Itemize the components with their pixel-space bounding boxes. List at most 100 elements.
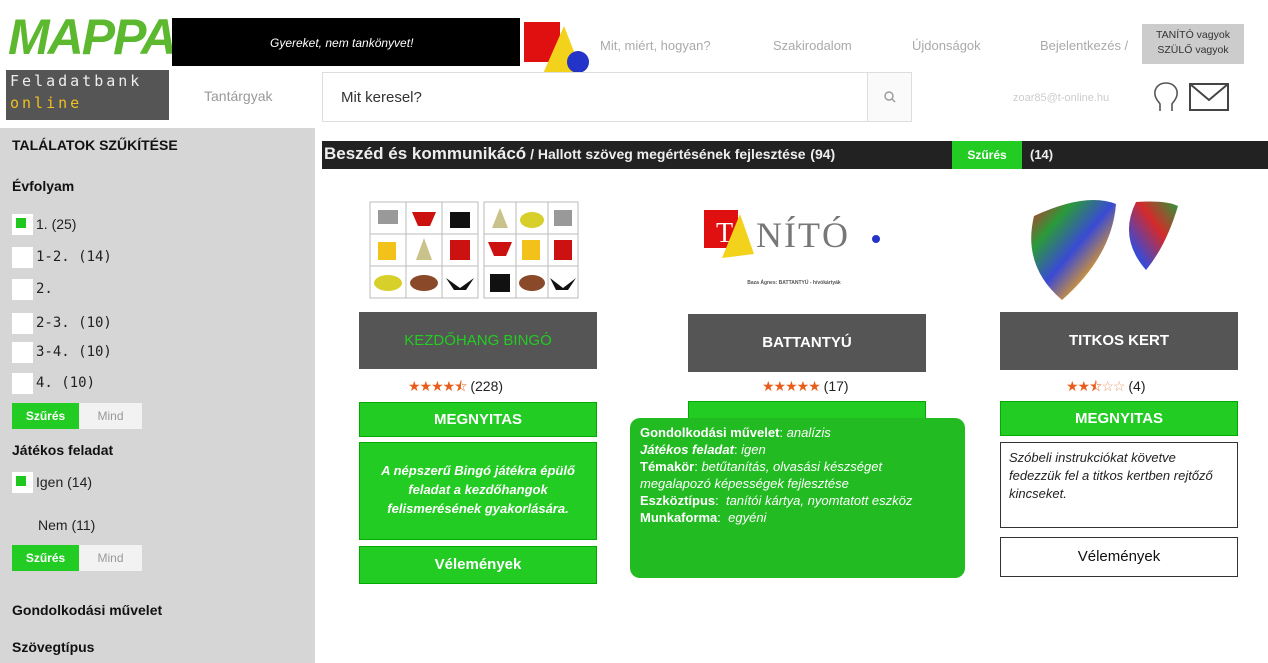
- breadcrumb-text: Beszéd és kommunikácó / Hallott szöveg m…: [324, 144, 835, 164]
- grade-checkbox[interactable]: [12, 341, 33, 363]
- role-teacher[interactable]: TANÍTÓ vagyok: [1142, 28, 1244, 43]
- tooltip-line-tooltype: Eszköztípus: tanítói kártya, nyomtatott …: [640, 493, 913, 508]
- open-button-bingo[interactable]: MEGNYITAS: [359, 402, 597, 437]
- texttype-heading[interactable]: Szövegtípus: [12, 639, 94, 655]
- breadcrumb-filter-button[interactable]: Szűrés: [952, 141, 1022, 169]
- reviews-button-bingo[interactable]: Vélemények: [359, 546, 597, 584]
- grade-option-1-2[interactable]: 1-2. (14): [12, 246, 112, 268]
- thumb-caption: Baza Ágnes: BATTANTYÚ - hívókártyák: [747, 280, 841, 286]
- grade-checkbox[interactable]: [12, 246, 33, 268]
- filter-sidebar: TALÁLATOK SZŰKÍTÉSE Évfolyam 1. (25) 1-2…: [0, 128, 315, 663]
- game-option-yes[interactable]: Igen (14): [12, 471, 92, 493]
- search-icon: [884, 91, 896, 103]
- mail-icon[interactable]: [1188, 82, 1230, 112]
- tanito-wordmark: NÍTÓ: [756, 215, 850, 255]
- grade-option-2[interactable]: 2.: [12, 278, 53, 300]
- game-heading: Játékos feladat: [12, 442, 114, 458]
- review-count: (17): [823, 378, 849, 394]
- slogan-text: Gyereket, nem tankönyvet!: [270, 36, 414, 50]
- search-input[interactable]: [323, 73, 867, 121]
- grade-option-2-3[interactable]: 2-3. (10): [12, 312, 112, 334]
- rating-stars-half: ⯪: [1089, 378, 1102, 394]
- thinking-heading[interactable]: Gondolkodási művelet: [12, 602, 162, 618]
- game-filter-buttons: Szűrés Mind: [12, 545, 142, 571]
- grade-option-3-4[interactable]: 3-4. (10): [12, 341, 112, 363]
- breadcrumb-separator: /: [526, 146, 538, 162]
- role-parent[interactable]: SZÜLŐ vagyok: [1142, 43, 1244, 58]
- nav-szakirodalom[interactable]: Szakirodalom: [773, 38, 852, 53]
- breadcrumb: Beszéd és kommunikácó / Hallott szöveg m…: [322, 141, 1268, 169]
- tooltip-line-thinking: Gondolkodási művelet: analízis: [640, 425, 831, 440]
- review-count: (228): [470, 378, 504, 394]
- feladatbank-logo[interactable]: Feladatbank online: [6, 70, 169, 120]
- card-rating-titkos-kert: ★★⯪☆☆ (4): [1066, 376, 1146, 400]
- rating-stars-icon: ★★★★★: [762, 378, 821, 394]
- role-selector[interactable]: TANÍTÓ vagyok SZÜLŐ vagyok: [1142, 24, 1244, 64]
- user-profile-icon[interactable]: [1150, 80, 1182, 114]
- search-button[interactable]: [867, 73, 911, 121]
- sidebar-title: TALÁLATOK SZŰKÍTÉSE: [12, 137, 178, 153]
- open-button-titkos-kert[interactable]: MEGNYITAS: [1000, 401, 1238, 436]
- nav-login[interactable]: Bejelentkezés /: [1040, 38, 1128, 53]
- filtered-count: (14): [1030, 147, 1054, 162]
- blue-dot-icon: [872, 235, 880, 243]
- game-option-no[interactable]: Nem (11): [38, 514, 95, 536]
- rating-stars-icon: ★★⯪☆☆: [1066, 378, 1125, 394]
- grade-option-1[interactable]: 1. (25): [12, 213, 76, 235]
- rating-stars-full: ★★: [1066, 378, 1090, 394]
- review-count: (4): [1128, 378, 1146, 394]
- game-yes-label: Igen (14): [36, 474, 93, 490]
- grade-heading: Évfolyam: [12, 178, 75, 194]
- user-email[interactable]: zoar85@t-online.hu: [1013, 92, 1109, 104]
- brand-line1: Feladatbank: [10, 72, 143, 90]
- grade-all-button[interactable]: Mind: [79, 403, 142, 429]
- nav-ujdonsagok[interactable]: Újdonságok: [912, 38, 981, 53]
- card-description-bingo: A népszerű Bingó játékra épülő feladat a…: [359, 442, 597, 540]
- battantyu-thumbnail[interactable]: T NÍTÓ Baza Ágnes: BATTANTYÚ - hívókárty…: [688, 198, 900, 306]
- card-title-battantyu[interactable]: BATTANTYÚ: [688, 314, 926, 372]
- rating-stars-half: ⯪: [454, 378, 467, 394]
- breadcrumb-count: (94): [810, 146, 836, 162]
- grade-label: 1. (25): [36, 216, 77, 232]
- grade-checkbox[interactable]: [12, 213, 33, 235]
- grade-option-4[interactable]: 4. (10): [12, 372, 95, 394]
- grade-checkbox[interactable]: [12, 312, 33, 334]
- game-checkbox[interactable]: [12, 471, 33, 493]
- grade-label: 2.: [36, 281, 53, 297]
- card-description-titkos-kert: Szóbeli instrukciókat követve fedezzük f…: [1000, 442, 1238, 528]
- breadcrumb-category[interactable]: Beszéd és kommunikácó: [324, 144, 526, 163]
- card-title-titkos-kert[interactable]: TITKOS KERT: [1000, 312, 1238, 370]
- reviews-button-titkos-kert[interactable]: Vélemények: [1000, 537, 1238, 577]
- grade-checkbox[interactable]: [12, 372, 33, 394]
- grade-filter-buttons: Szűrés Mind: [12, 403, 142, 429]
- grade-checkbox[interactable]: [12, 278, 33, 300]
- mappa-logo[interactable]: MAPPA: [8, 8, 177, 66]
- svg-text:T: T: [716, 218, 733, 249]
- brand-line2: online: [10, 94, 83, 112]
- search-box: [322, 72, 912, 122]
- info-tooltip: Gondolkodási művelet: analízis Játékos f…: [630, 418, 965, 578]
- tooltip-line-workform: Munkaforma: egyéni: [640, 510, 767, 525]
- game-no-label: Nem (11): [38, 517, 96, 533]
- subjects-menu[interactable]: Tantárgyak: [204, 88, 272, 104]
- game-filter-button[interactable]: Szűrés: [12, 545, 79, 571]
- tooltip-line-game: Játékos feladat: igen: [640, 442, 766, 457]
- grade-label: 2-3. (10): [36, 315, 112, 331]
- card-title-bingo[interactable]: KEZDŐHANG BINGÓ: [359, 312, 597, 369]
- grade-label: 1-2. (14): [36, 249, 112, 265]
- tooltip-line-topic: Témakör: betűtanítás, olvasási készséget…: [640, 459, 883, 491]
- card-rating-bingo: ★★★★⯪ (228): [408, 376, 503, 400]
- game-all-button[interactable]: Mind: [79, 545, 142, 571]
- rating-stars-empty: ☆☆: [1101, 378, 1125, 394]
- nav-mit-miert-hogyan[interactable]: Mit, miért, hogyan?: [600, 38, 711, 53]
- titkos-kert-thumbnail[interactable]: [1016, 196, 1181, 308]
- brand-shapes-icon: [524, 22, 589, 76]
- rating-stars-full: ★★★★: [408, 378, 455, 394]
- grade-label: 3-4. (10): [36, 344, 112, 360]
- rating-stars-icon: ★★★★⯪: [408, 378, 467, 394]
- breadcrumb-subcategory[interactable]: Hallott szöveg megértésének fejlesztése: [538, 146, 806, 162]
- grade-label: 4. (10): [36, 375, 96, 391]
- grade-filter-button[interactable]: Szűrés: [12, 403, 79, 429]
- bingo-thumbnail[interactable]: [366, 198, 581, 306]
- open-button-battantyu[interactable]: [688, 401, 926, 419]
